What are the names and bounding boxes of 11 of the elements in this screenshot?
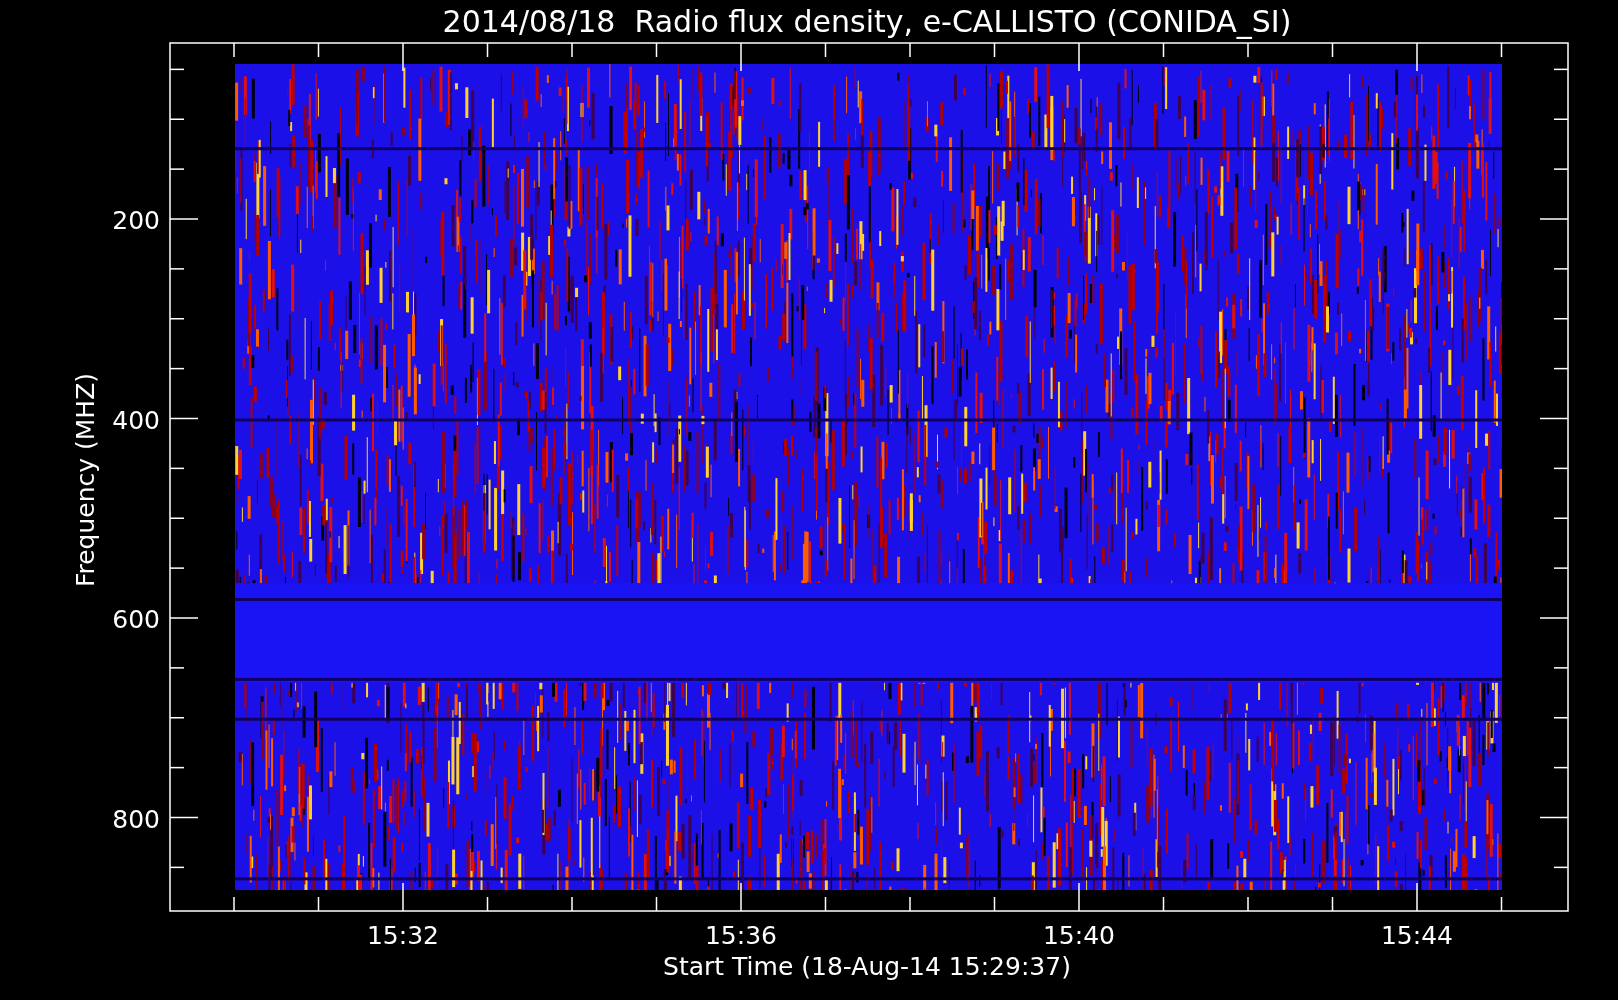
tick-label: 600 [112, 605, 160, 634]
tick-label: 200 [112, 206, 160, 235]
tick-label: 15:32 [367, 921, 439, 950]
tick-label: 15:40 [1043, 921, 1115, 950]
tick-label: 400 [112, 405, 160, 435]
axis-label: Start Time (18-Aug-14 15:29:37) [663, 952, 1071, 981]
tick-label: 800 [112, 804, 160, 834]
chart-title: 2014/08/18 Radio flux density, e-CALLISTO (CONIDA_SI) [442, 4, 1292, 39]
axis-label: Frequency (MHZ) [71, 372, 100, 588]
tick-label: 15:44 [1381, 921, 1453, 950]
tick-label: 15:36 [705, 921, 777, 950]
